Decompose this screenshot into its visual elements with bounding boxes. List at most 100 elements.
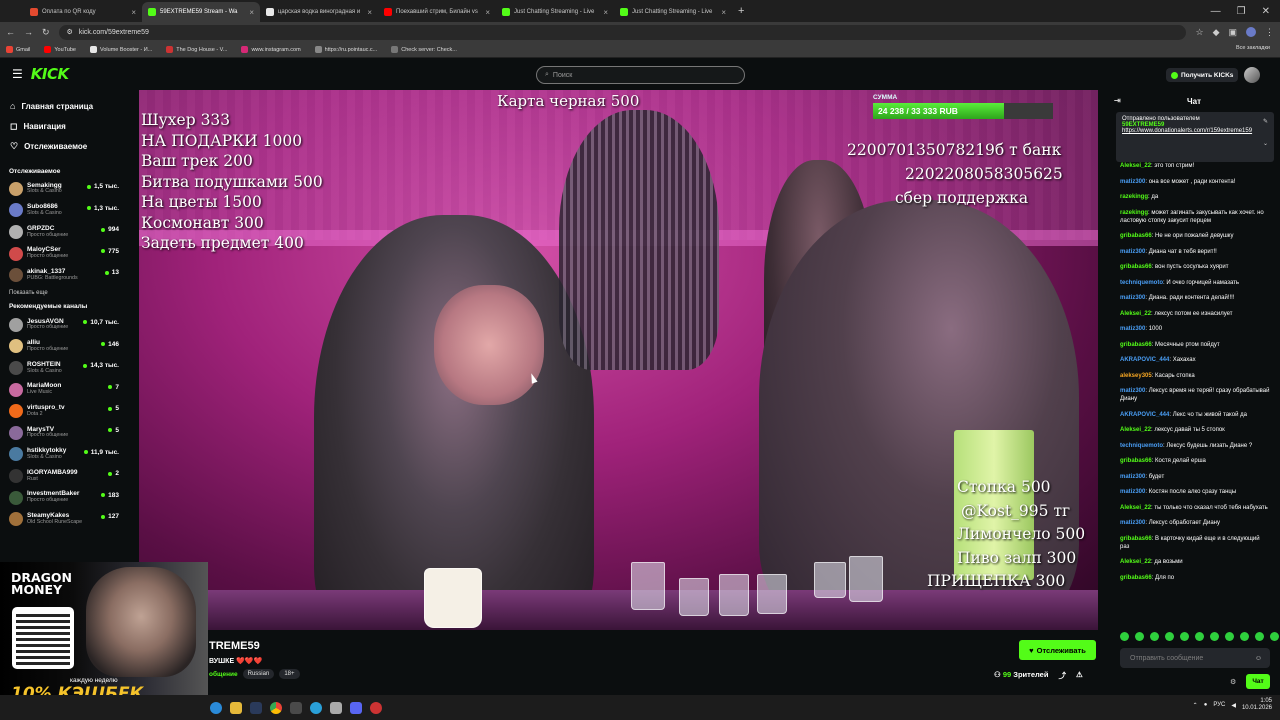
channel-item[interactable]: IGORYAMBA999 Rust 2 <box>0 465 137 487</box>
chat-send-button[interactable]: Чат <box>1246 674 1270 689</box>
emote-icon[interactable] <box>1240 632 1249 641</box>
chat-username[interactable]: gribabas66 <box>1120 342 1152 348</box>
mic-icon[interactable]: ● <box>1204 702 1208 708</box>
tag-language[interactable]: Russian <box>242 669 275 679</box>
emote-icon[interactable] <box>1255 632 1264 641</box>
sidebar-nav-item[interactable]: ♡ Отслеживаемое <box>0 136 137 156</box>
explorer-icon[interactable] <box>230 701 242 714</box>
channel-item[interactable]: Semakingg Slots & Casino 1,5 тыс. <box>0 178 137 200</box>
emote-icon[interactable] <box>1225 632 1234 641</box>
browser-tab[interactable]: Поехавший стрим, Билайн vs × <box>378 2 496 22</box>
channel-item[interactable]: akinak_1337 PUBG: Battlegrounds 13 <box>0 264 137 286</box>
tab-close-icon[interactable]: × <box>367 8 372 17</box>
stream-category[interactable]: общение <box>209 671 238 678</box>
tab-close-icon[interactable]: × <box>131 8 136 17</box>
telegram-icon[interactable] <box>310 701 322 714</box>
url-field[interactable]: ⚙ kick.com/59extreme59 <box>58 24 1187 40</box>
emote-icon[interactable] <box>1270 632 1279 641</box>
share-icon[interactable]: ⤴ <box>1058 670 1066 681</box>
bookmark-item[interactable]: www.instagram.com <box>241 46 301 53</box>
emote-icon[interactable] <box>1135 632 1144 641</box>
channel-item[interactable]: MariaMoon Live Music 7 <box>0 379 137 401</box>
show-more-link[interactable]: Показать еще <box>0 286 137 300</box>
minimize-icon[interactable]: — <box>1211 6 1221 17</box>
channel-item[interactable]: alliu Просто общение 146 <box>0 336 137 358</box>
chat-username[interactable]: gribabas66 <box>1120 264 1152 270</box>
chat-username[interactable]: Aleksei_22 <box>1120 559 1151 565</box>
channel-item[interactable]: InvestmentBaker Просто общение 183 <box>0 487 137 509</box>
steam-icon[interactable] <box>250 701 262 714</box>
bookmark-item[interactable]: Check server: Check... <box>391 46 457 53</box>
tray-chevron-icon[interactable]: ⌃ <box>1193 702 1198 709</box>
close-icon[interactable]: ✕ <box>1262 6 1270 17</box>
chat-input[interactable]: Отправить сообщение ☺ <box>1120 648 1270 668</box>
chat-username[interactable]: matiz300 <box>1120 179 1145 185</box>
emote-icon[interactable] <box>1210 632 1219 641</box>
forward-icon[interactable]: → <box>24 27 33 37</box>
tab-close-icon[interactable]: × <box>721 8 726 17</box>
tab-close-icon[interactable]: × <box>485 8 490 17</box>
chat-username[interactable]: gribabas66 <box>1120 575 1152 581</box>
tab-close-icon[interactable]: × <box>603 8 608 17</box>
bookmark-item[interactable]: Volume Booster - И... <box>90 46 152 53</box>
chat-username[interactable]: matiz300 <box>1120 489 1145 495</box>
browser-tab[interactable]: Оплата по QR коду × <box>24 2 142 22</box>
follow-button[interactable]: ♥ Отслеживать <box>1019 640 1096 660</box>
user-avatar[interactable] <box>1244 67 1260 83</box>
bookmark-item[interactable]: YouTube <box>44 46 76 53</box>
language-indicator[interactable]: РУС <box>1213 702 1225 708</box>
browser-tab[interactable]: царская водка виноградная и × <box>260 2 378 22</box>
sidebar-nav-item[interactable]: ◻ Навигация <box>0 116 137 136</box>
kick-logo[interactable]: KICK <box>31 65 69 83</box>
chat-username[interactable]: matiz300 <box>1120 474 1145 480</box>
chat-username[interactable]: razekingg <box>1120 194 1148 200</box>
chat-username[interactable]: AKRAPOVIC_444 <box>1120 412 1169 418</box>
chat-username[interactable]: gribabas66 <box>1120 536 1152 542</box>
unpin-icon[interactable]: ✎ <box>1263 118 1268 125</box>
channel-item[interactable]: MaloyCSer Просто общение 775 <box>0 243 137 265</box>
channel-item[interactable]: SteamyKakes Old School RuneScape 127 <box>0 508 137 530</box>
chat-settings-icon[interactable]: ⚙ <box>1230 678 1236 686</box>
discord-icon[interactable] <box>350 701 362 714</box>
channel-item[interactable]: hstikkytokky Slots & Casino 11,9 тыс. <box>0 444 137 466</box>
emoji-icon[interactable]: ☺ <box>1255 655 1262 662</box>
new-tab-icon[interactable]: + <box>738 5 744 17</box>
chat-username[interactable]: matiz300 <box>1120 520 1145 526</box>
browser-tab[interactable]: Just Chatting Streaming - Live × <box>614 2 732 22</box>
chat-username[interactable]: matiz300 <box>1120 326 1145 332</box>
chat-username[interactable]: techniquemoto <box>1120 443 1163 449</box>
extensions-puzzle-icon[interactable]: ▣ <box>1228 27 1237 38</box>
emote-icon[interactable] <box>1165 632 1174 641</box>
tab-close-icon[interactable]: × <box>249 8 254 17</box>
ad-banner[interactable]: DRAGON MONEY каждую неделю 10% КЭШБЕК <box>0 562 208 695</box>
video-player[interactable]: Шухер 333 НА ПОДАРКИ 1000 Ваш трек 200 Битв… <box>139 90 1098 630</box>
chat-username[interactable]: Aleksei_22 <box>1120 163 1151 169</box>
emote-icon[interactable] <box>1150 632 1159 641</box>
channel-item[interactable]: JesusAVGN Просто общение 10,7 тыс. <box>0 314 137 336</box>
app-icon[interactable] <box>290 701 302 714</box>
emote-icon[interactable] <box>1120 632 1129 641</box>
chat-username[interactable]: gribabas66 <box>1120 458 1152 464</box>
channel-item[interactable]: MarysTV Просто общение 5 <box>0 422 137 444</box>
channel-item[interactable]: Subo8686 Slots & Casino 1,3 тыс. <box>0 200 137 222</box>
get-kicks-button[interactable]: Получить KICKs <box>1166 68 1239 82</box>
search-input[interactable]: ⌕ Поиск <box>536 66 745 84</box>
bookmark-item[interactable]: Gmail <box>6 46 30 53</box>
browser-tab[interactable]: Just Chatting Streaming - Live × <box>496 2 614 22</box>
chat-username[interactable]: matiz300 <box>1120 249 1145 255</box>
edge-icon[interactable] <box>210 701 222 714</box>
chat-username[interactable]: aleksey305 <box>1120 373 1152 379</box>
app-icon[interactable] <box>370 701 382 714</box>
chat-username[interactable]: Aleksei_22 <box>1120 505 1151 511</box>
pinned-link[interactable]: https://www.donationalerts.com/r/159extr… <box>1122 128 1268 135</box>
chat-username[interactable]: gribabas66 <box>1120 233 1152 239</box>
channel-item[interactable]: ROSHTEIN Slots & Casino 14,3 тыс. <box>0 357 137 379</box>
star-icon[interactable]: ☆ <box>1195 27 1203 38</box>
streamer-name[interactable]: TREME59 <box>209 640 260 652</box>
emote-icon[interactable] <box>1180 632 1189 641</box>
sidebar-nav-item[interactable]: ⌂ Главная страница <box>0 96 137 116</box>
chat-username[interactable]: techniquemoto <box>1120 280 1163 286</box>
hamburger-menu-icon[interactable]: ☰ <box>12 67 23 81</box>
app-icon[interactable] <box>330 701 342 714</box>
menu-icon[interactable]: ⋮ <box>1265 27 1274 38</box>
